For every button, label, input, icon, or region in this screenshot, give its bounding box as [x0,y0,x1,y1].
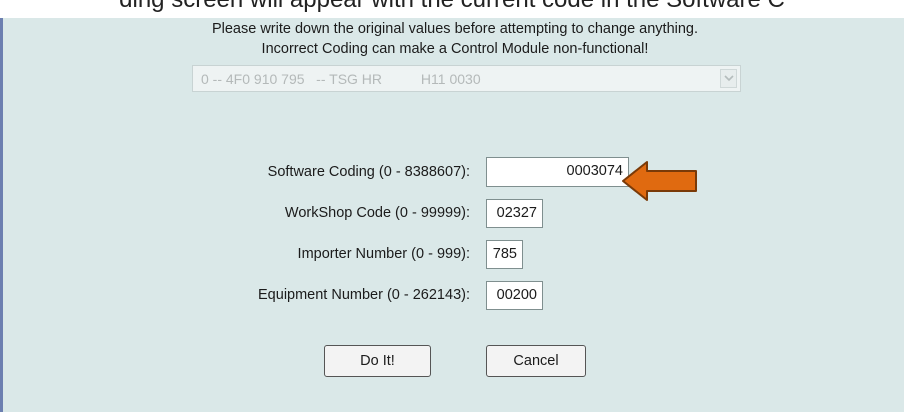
control-module-select[interactable]: 0 -- 4F0 910 795 -- TSG HR H11 0030 [192,65,741,92]
software-coding-input[interactable]: 0003074 [486,157,629,187]
tutorial-caption: ding screen will appear with the current… [0,0,904,14]
equipment-number-label: Equipment Number (0 - 262143): [258,287,470,303]
software-coding-label: Software Coding (0 - 8388607): [267,164,470,180]
equipment-number-input[interactable]: 00200 [486,281,543,310]
control-module-select-value: 0 -- 4F0 910 795 -- TSG HR H11 0030 [201,71,481,87]
orange-left-arrow-icon [622,161,697,201]
workshop-code-input[interactable]: 02327 [486,199,543,228]
importer-number-input[interactable]: 785 [486,240,523,269]
do-it-button[interactable]: Do It! [324,345,431,377]
importer-number-label: Importer Number (0 - 999): [297,246,470,262]
coding-panel: Please write down the original values be… [0,18,904,412]
warning-line-1: Please write down the original values be… [211,21,699,37]
chevron-down-icon[interactable] [720,69,737,88]
workshop-code-label: WorkShop Code (0 - 99999): [284,205,470,221]
cancel-button[interactable]: Cancel [486,345,586,377]
warning-line-2: Incorrect Coding can make a Control Modu… [261,41,649,57]
